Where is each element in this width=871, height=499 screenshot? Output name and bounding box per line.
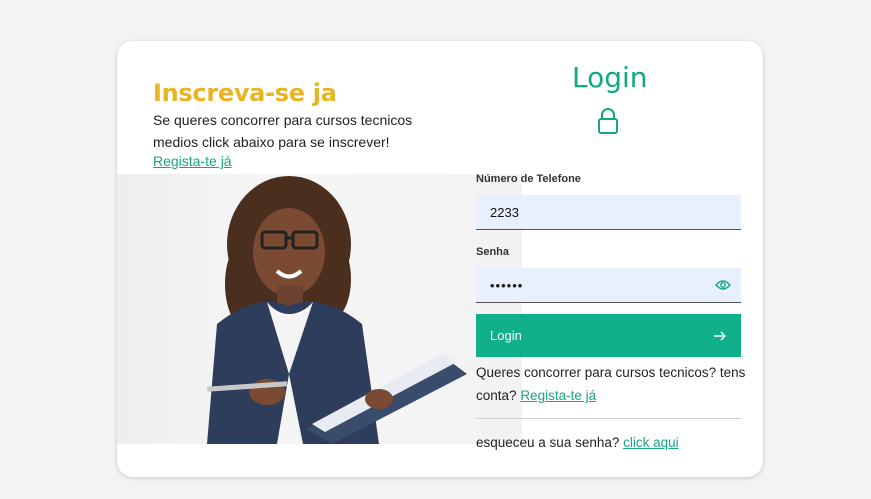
eye-icon[interactable] (715, 279, 731, 291)
login-card: Inscreva-se ja Se queres concorrer para … (117, 41, 763, 477)
password-label: Senha (476, 246, 510, 258)
register-link[interactable]: Regista-te já (520, 388, 596, 403)
student-photo (117, 174, 522, 444)
login-title: Login (572, 61, 648, 94)
signup-description: Se queres concorrer para cursos tecnicos… (153, 112, 413, 150)
register-text: Queres concorrer para cursos tecnicos? t… (476, 365, 746, 403)
forgot-password: esqueceu a sua senha? click aqui (476, 435, 679, 450)
signup-link[interactable]: Regista-te já (153, 153, 232, 169)
phone-label: Número de Telefone (476, 173, 581, 185)
login-button[interactable]: Login (476, 314, 741, 357)
woman-with-folder-illustration (206, 176, 467, 444)
lock-icon (598, 108, 618, 134)
register-prompt: Queres concorrer para cursos tecnicos? t… (476, 361, 746, 407)
divider (476, 418, 741, 419)
forgot-link[interactable]: click aqui (623, 435, 679, 450)
login-button-label: Login (490, 328, 522, 343)
forgot-text: esqueceu a sua senha? (476, 435, 620, 450)
arrow-right-icon (714, 331, 726, 340)
phone-input[interactable]: 2233 (476, 195, 741, 230)
password-input[interactable]: •••••• (476, 268, 741, 303)
signup-title: Inscreva-se ja (153, 79, 337, 107)
